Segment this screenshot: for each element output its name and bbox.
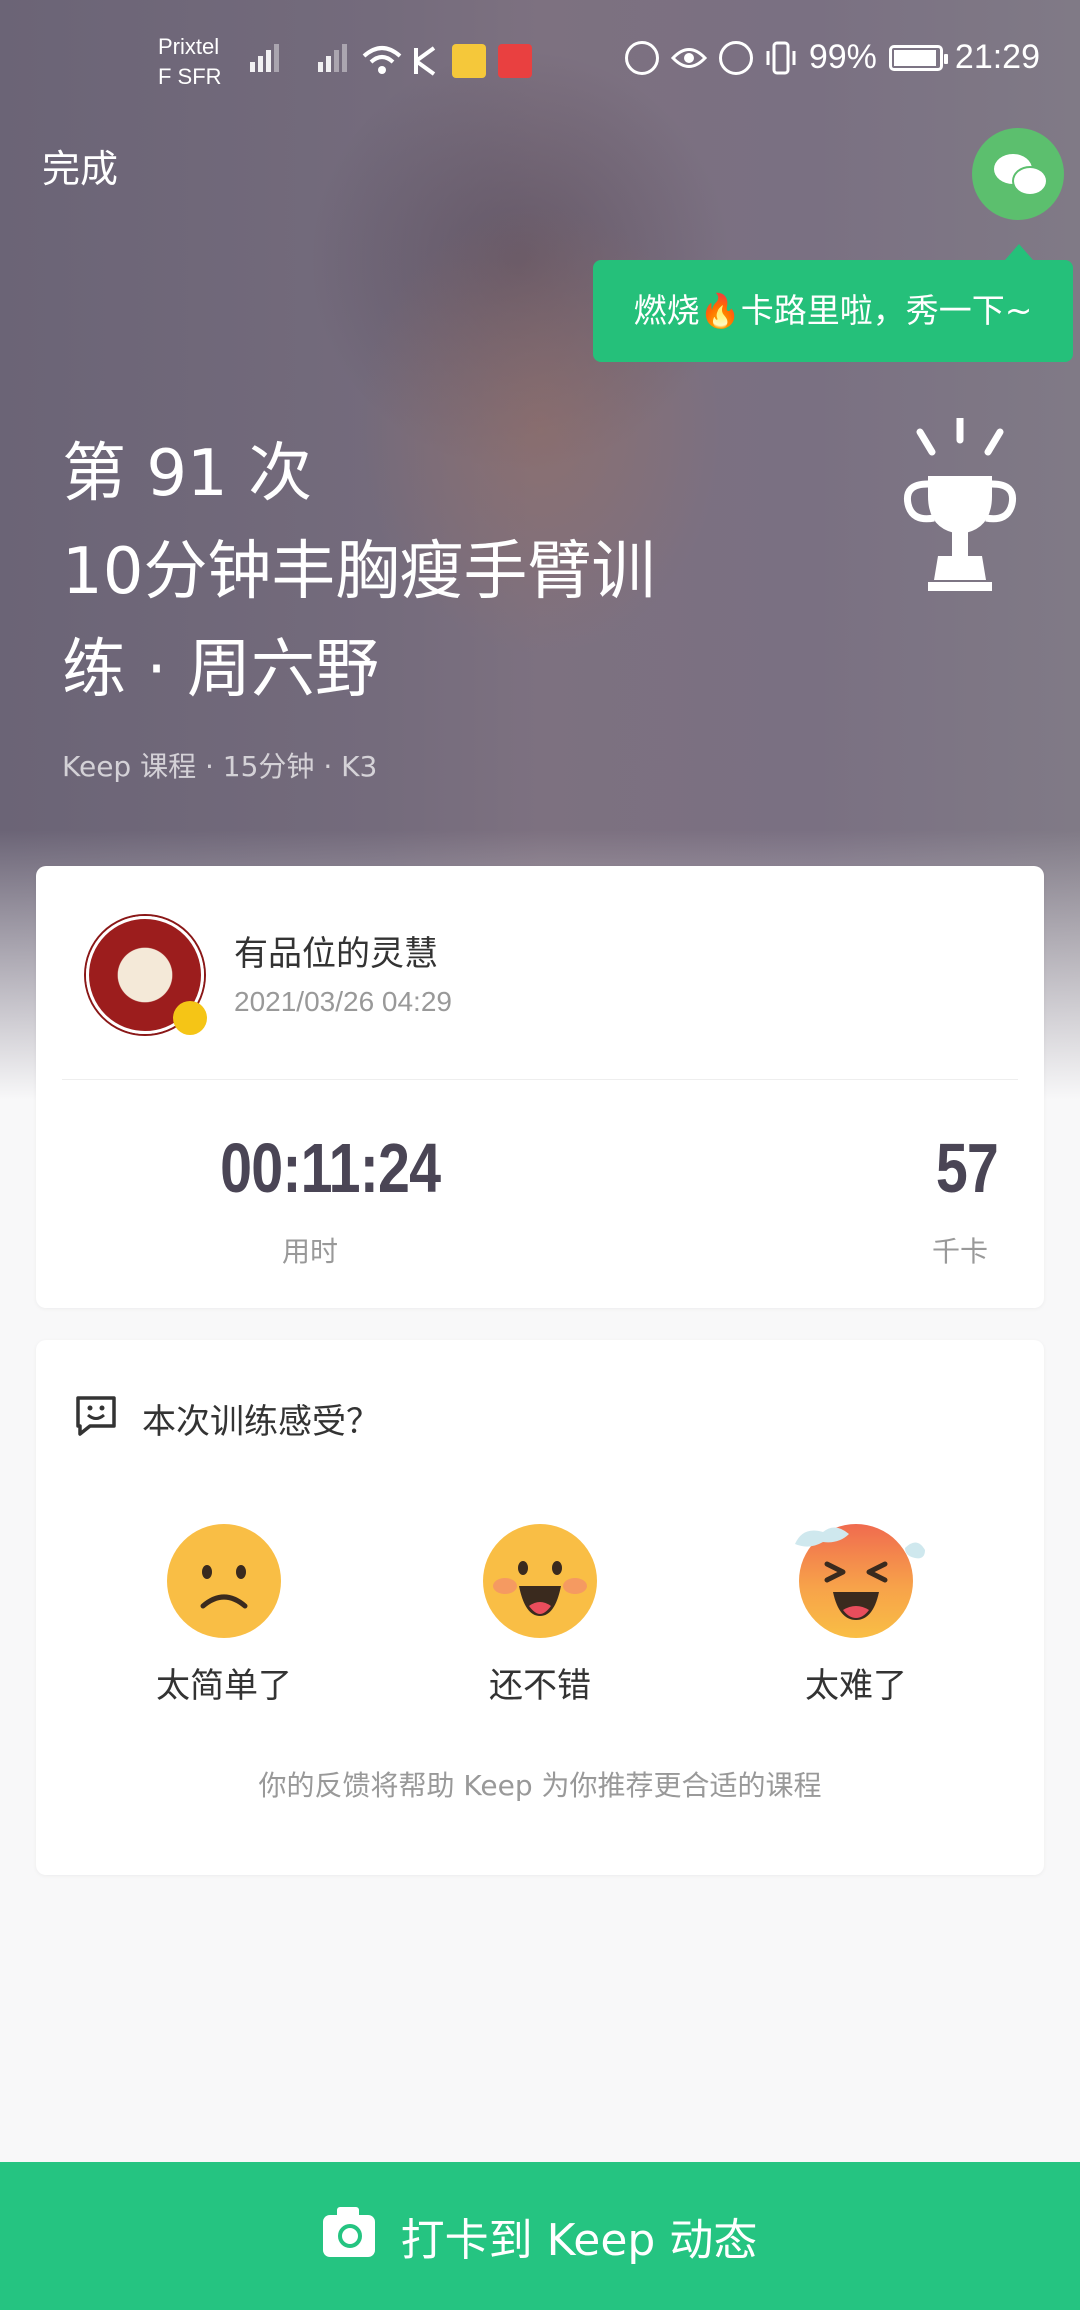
keep-app-icon xyxy=(414,46,436,76)
clock: 21:29 xyxy=(954,38,1040,76)
sad-face-icon xyxy=(200,1565,248,1609)
checkin-button[interactable]: 打卡到 Keep 动态 xyxy=(0,2162,1080,2310)
just-right-button[interactable] xyxy=(483,1524,597,1638)
battery-icon xyxy=(888,44,948,71)
workout-name-line2: 练 · 周六野 xyxy=(62,633,380,707)
done-button[interactable]: 完成 xyxy=(42,138,118,193)
workout-datetime: 2021/03/26 04:29 xyxy=(234,986,452,1017)
meituan-app-icon xyxy=(452,44,486,78)
workout-name-line1: 10分钟丰胸瘦手臂训 xyxy=(62,535,656,609)
feedback-title: 本次训练感受？ xyxy=(142,1402,380,1442)
feedback-card: 本次训练感受？ 太简单了 还不错 太难了 你的反馈将帮助 Keep 为你推荐更合… xyxy=(36,1340,1044,1875)
too-hard-label[interactable]: 太难了 xyxy=(756,1658,956,1707)
wifi-icon xyxy=(362,46,402,74)
carrier-line2: F SFR xyxy=(158,64,222,89)
status-bar: Prixtel F SFR 99% 21:29 xyxy=(0,0,1080,120)
too-hard-button[interactable] xyxy=(795,1524,925,1638)
vibrate-icon xyxy=(766,41,796,74)
divider xyxy=(62,1079,1018,1080)
eye-icon xyxy=(670,47,707,68)
camera-icon xyxy=(322,2207,375,2257)
username: 有品位的灵慧 xyxy=(234,934,438,974)
too-easy-label[interactable]: 太简单了 xyxy=(124,1658,324,1707)
carrier-info: Prixtel F SFR xyxy=(158,32,222,92)
summary-card: 有品位的灵慧 2021/03/26 04:29 00:11:24 用时 57 千… xyxy=(36,866,1044,1308)
status-right: 99% 21:29 xyxy=(624,38,1040,77)
too-easy-button[interactable] xyxy=(167,1524,281,1638)
signal-roaming-icon xyxy=(318,44,350,72)
wechat-share-icon[interactable] xyxy=(972,128,1064,220)
battery-percent: 99% xyxy=(808,38,877,76)
sweating-face-icon xyxy=(795,1527,925,1620)
duration-label: 用时 xyxy=(282,1235,339,1268)
workout-count: 第 91 次 xyxy=(62,437,313,511)
duration-value: 00:11:24 xyxy=(220,1129,441,1207)
data-saver-icon xyxy=(624,40,659,75)
share-tooltip[interactable]: 燃烧🔥卡路里啦，秀一下~ xyxy=(593,244,1073,362)
feedback-icon xyxy=(76,1396,116,1436)
just-right-label[interactable]: 还不错 xyxy=(440,1658,640,1707)
carrier-line1: Prixtel xyxy=(158,34,220,59)
alarm-icon xyxy=(718,40,753,75)
signal-icon xyxy=(250,44,282,72)
checkin-label: 打卡到 Keep 动态 xyxy=(400,2215,758,2266)
workout-title: 第 91 次 10分钟丰胸瘦手臂训 练 · 周六野 xyxy=(62,425,762,719)
happy-face-icon xyxy=(493,1561,587,1616)
calories-label: 千卡 xyxy=(932,1235,989,1268)
kuaishou-app-icon xyxy=(498,44,532,78)
workout-meta: Keep 课程 · 15分钟 · K3 xyxy=(62,750,378,783)
calories-value: 57 xyxy=(935,1129,999,1207)
feedback-note: 你的反馈将帮助 Keep 为你推荐更合适的课程 xyxy=(258,1769,822,1802)
avatar[interactable] xyxy=(86,916,207,1035)
trophy-icon xyxy=(903,418,1017,591)
